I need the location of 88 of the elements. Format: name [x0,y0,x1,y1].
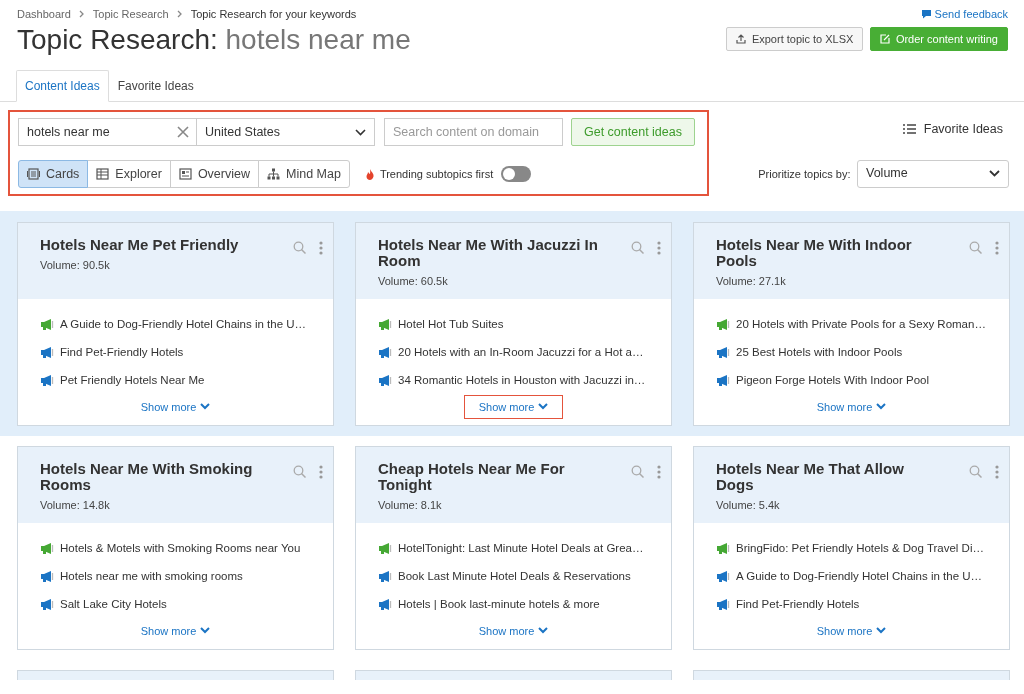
card-title: Cheap Hotels Near Me For Tonight [378,461,566,493]
idea-title[interactable]: A Guide to Dog-Friendly Hotel Chains in the U… [736,567,983,586]
more-icon [657,465,661,480]
more-icon [657,241,661,256]
keyword-field[interactable]: hotels near me [18,118,197,147]
chevron-right-icon [78,10,85,19]
hierarchy-icon [267,168,280,181]
sort-label: Prioritize topics by: [758,166,851,182]
table-icon [96,168,110,181]
more-icon [995,241,999,256]
upload-icon [735,34,746,45]
view-tab[interactable]: Overview [169,160,259,189]
list-icon [902,124,916,135]
layout-icon [178,168,192,181]
chevron-down-icon [989,170,1000,178]
idea-title[interactable]: 20 Hotels with Private Pools for a Sexy Roman… [736,315,986,334]
close-icon [177,126,189,139]
breadcrumb-current: Topic Research for your keywords [190,7,357,22]
search-icon [293,465,306,479]
idea-title[interactable]: 20 Hotels with an In-Room Jacuzzi for a Hot a… [398,343,644,362]
chevron-down-icon [200,403,211,411]
search-icon [631,241,644,255]
view-tab[interactable]: Cards [18,160,89,189]
idea-title[interactable]: BringFido: Pet Friendly Hotels & Dog Travel Di… [736,539,984,558]
idea-title[interactable]: Book Last Minute Hotel Deals & Reservations [398,567,631,586]
show-more-button[interactable]: Show more [801,618,902,644]
search-icon [969,465,982,479]
idea-title[interactable]: Pigeon Forge Hotels With Indoor Pool [736,371,930,390]
card-title: Hotels Near Me With Jacuzzi In Room [378,237,599,269]
card-title: Hotels Near Me Pet Friendly [40,237,239,253]
card-title: Hotels Near Me With Smoking Rooms [40,461,254,493]
volume-label: Volume: 8.1k [378,497,443,513]
volume-label: Volume: 14.8k [40,497,111,513]
edit-icon [879,34,890,45]
speech-bubble-icon [920,9,932,20]
tab[interactable]: Content Ideas [16,70,109,103]
show-more-button[interactable]: Show more [125,618,226,644]
card-title: Hotels Near Me That Allow Dogs [716,461,905,493]
page-title: Topic Research: hotels near me [17,22,411,57]
show-more-button[interactable]: Show more [463,618,564,644]
show-more-button[interactable]: Show more [463,394,564,420]
idea-title[interactable]: HotelTonight: Last Minute Hotel Deals at Grea… [398,539,644,558]
idea-title[interactable]: Find Pet-Friendly Hotels [60,343,184,362]
idea-title[interactable]: Hotels near me with smoking rooms [60,567,243,586]
show-more-button[interactable]: Show more [125,394,226,420]
country-select[interactable]: United States [196,118,375,147]
breadcrumb-link[interactable]: Dashboard [17,6,71,23]
sort-select[interactable]: Volume [857,159,1009,188]
toggle-switch[interactable] [501,166,532,183]
show-more-button[interactable]: Show more [801,394,902,420]
breadcrumb-link[interactable]: Topic Research [92,6,169,23]
volume-label: Volume: 5.4k [716,497,781,513]
idea-title[interactable]: A Guide to Dog-Friendly Hotel Chains in the U… [60,315,307,334]
favorite-ideas-link[interactable]: Favorite Ideas [896,119,1009,140]
export-button[interactable]: Export topic to XLSX [725,27,864,52]
chevron-down-icon [876,403,887,411]
idea-title[interactable]: Hotel Hot Tub Suites [398,315,504,334]
view-tab[interactable]: Explorer [87,160,171,189]
idea-title[interactable]: Hotels & Motels with Smoking Rooms near You [60,539,301,558]
more-icon [319,465,323,480]
search-icon [969,241,982,255]
view-tab[interactable]: Mind Map [258,160,350,189]
volume-label: Volume: 27.1k [716,273,787,289]
tab[interactable]: Favorite Ideas [108,70,203,103]
chevron-right-icon [176,10,183,19]
idea-title[interactable]: Pet Friendly Hotels Near Me [60,371,205,390]
search-icon [631,465,644,479]
chevron-down-icon [200,627,211,635]
idea-title[interactable]: 34 Romantic Hotels in Houston with Jacuzzi in… [398,371,646,390]
domain-field[interactable]: Search content on domain [384,118,563,147]
more-icon [319,241,323,256]
idea-title[interactable]: Hotels | Book last-minute hotels & more [398,595,600,614]
chevron-down-icon [876,627,887,635]
chevron-down-icon [538,403,549,411]
trending-label: Trending subtopics first [379,166,494,182]
more-icon [995,465,999,480]
idea-title[interactable]: Find Pet-Friendly Hotels [736,595,860,614]
chevron-down-icon [538,627,549,635]
volume-label: Volume: 90.5k [40,257,111,273]
volume-label: Volume: 60.5k [378,273,449,289]
idea-title[interactable]: Salt Lake City Hotels [60,595,167,614]
flame-icon [365,168,374,180]
cards-icon [27,168,40,181]
idea-title[interactable]: 25 Best Hotels with Indoor Pools [736,343,903,362]
chevron-down-icon [355,128,366,136]
feedback-link[interactable]: Send feedback [920,6,1008,23]
card-title: Hotels Near Me With Indoor Pools [716,237,913,269]
search-icon [293,241,306,255]
